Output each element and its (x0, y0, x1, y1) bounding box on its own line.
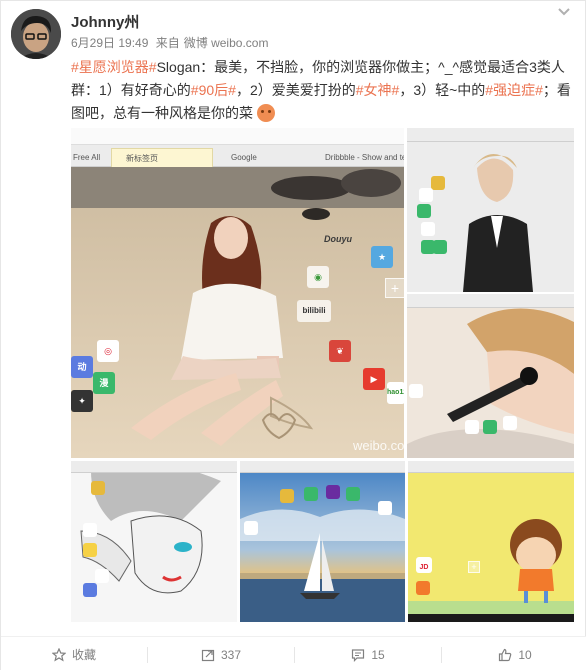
author-name[interactable]: Johnny州 (71, 11, 139, 32)
hashtag-link[interactable]: #星愿浏览器# (71, 59, 157, 75)
emoji-icon (256, 104, 275, 122)
tile-icon[interactable] (95, 569, 109, 583)
play-tile-icon[interactable]: ▶ (363, 368, 385, 390)
browser-tab-strip: Free All 新标签页 Google Dribbble - Show and… (71, 145, 404, 167)
tile-icon[interactable] (433, 240, 447, 254)
source-prefix: 来自 (155, 36, 180, 50)
weibo-post-card: Johnny州 6月29日 19:49 来自 微博 weibo.com #星愿浏览… (0, 0, 586, 671)
tile-icon[interactable] (304, 487, 318, 501)
address-bar[interactable] (71, 128, 404, 145)
repost-icon (201, 649, 215, 661)
comment-count: 15 (371, 647, 385, 662)
dark-tile-icon[interactable]: ✦ (71, 390, 93, 412)
tile-icon[interactable] (83, 583, 97, 597)
jd-tile[interactable]: JD (416, 557, 432, 573)
hao123-tile[interactable]: hao123 (387, 382, 404, 404)
post-text-segment: ，3）轻~中的 (399, 82, 486, 98)
browser-tab[interactable]: Google (217, 148, 307, 167)
favorite-label: 收藏 (71, 648, 96, 662)
tile-icon[interactable] (91, 481, 105, 495)
image-sailboat-browser-screenshot[interactable] (240, 461, 405, 622)
star-tile-icon[interactable]: ★ (371, 246, 393, 268)
tile-icon[interactable] (409, 384, 423, 398)
tile-icon[interactable] (417, 204, 431, 218)
browser-tab-strip (407, 128, 574, 142)
repost-button[interactable]: 337 (148, 637, 294, 672)
comment-button[interactable]: 15 (295, 637, 441, 672)
comment-icon (352, 648, 365, 662)
rabbit-tile-icon[interactable]: ❦ (329, 340, 351, 362)
like-count: 10 (518, 647, 532, 662)
thumbs-up-icon (499, 648, 512, 661)
watermark: weibo.com (353, 438, 404, 453)
image-suit-browser-screenshot[interactable] (407, 128, 574, 292)
douyu-tile[interactable]: Douyu (323, 228, 353, 254)
favorite-button[interactable]: 收藏 (1, 637, 147, 672)
post-text: #星愿浏览器#Slogan：最美，不挡脸，你的浏览器你做主；^_^感觉最适合3类… (71, 56, 577, 125)
browser-tab-strip (408, 461, 574, 473)
image-beach-browser-screenshot[interactable]: Free All 新标签页 Google Dribbble - Show and… (71, 128, 404, 458)
add-tile-button[interactable]: + (385, 278, 404, 298)
hashtag-link[interactable]: #90后# (191, 82, 236, 98)
wechat-tile-icon[interactable]: ◉ (307, 266, 329, 288)
tile-dong[interactable]: 动 (71, 356, 93, 378)
weibo-tile-icon[interactable]: ◎ (97, 340, 119, 362)
image-sketch-browser-screenshot[interactable] (71, 461, 237, 622)
avatar[interactable] (11, 9, 61, 59)
tile-icon[interactable] (465, 420, 479, 434)
repost-count: 337 (220, 647, 242, 662)
tile-icon[interactable] (83, 523, 97, 537)
image-singer-browser-screenshot[interactable] (407, 294, 574, 458)
tile-icon[interactable] (280, 489, 294, 503)
tile-man[interactable]: 漫 (93, 372, 115, 394)
tile-icon[interactable] (431, 176, 445, 190)
hashtag-link[interactable]: #强迫症# (485, 82, 543, 98)
browser-tab-strip (240, 461, 405, 473)
browser-tab[interactable]: Free All (71, 148, 107, 167)
tile-icon[interactable] (244, 521, 258, 535)
post-date[interactable]: 6月29日 19:49 (71, 36, 148, 50)
tile-icon[interactable] (419, 188, 433, 202)
hashtag-link[interactable]: #女神# (356, 82, 400, 98)
image-cartoon-browser-screenshot[interactable]: JD + (408, 461, 574, 622)
tile-icon[interactable] (378, 501, 392, 515)
chevron-down-icon[interactable] (557, 7, 571, 17)
post-meta: 6月29日 19:49 来自 微博 weibo.com (71, 34, 272, 51)
star-icon (51, 647, 66, 662)
like-button[interactable]: 10 (442, 637, 586, 672)
image-gallery: Free All 新标签页 Google Dribbble - Show and… (71, 128, 574, 622)
post-action-bar: 收藏 337 15 10 (1, 636, 586, 671)
tile-icon[interactable] (483, 420, 497, 434)
post-text-segment: ，2）爱美爱打扮的 (235, 82, 356, 98)
post-source[interactable]: 微博 weibo.com (184, 36, 269, 50)
browser-tab-active[interactable]: 新标签页 (111, 148, 213, 167)
browser-tab-strip (407, 294, 574, 308)
browser-tab[interactable]: Dribbble - Show and tell (311, 148, 404, 167)
browser-tab-strip (71, 461, 237, 473)
tile-icon[interactable] (503, 416, 517, 430)
tile-icon[interactable] (416, 581, 430, 595)
bilibili-tile[interactable]: bilibili (297, 300, 331, 322)
add-tile-button[interactable]: + (468, 561, 480, 573)
tile-icon[interactable] (346, 487, 360, 501)
tile-icon[interactable] (83, 543, 97, 557)
tile-icon[interactable] (326, 485, 340, 499)
taskbar (408, 614, 574, 622)
tile-icon[interactable] (421, 222, 435, 236)
